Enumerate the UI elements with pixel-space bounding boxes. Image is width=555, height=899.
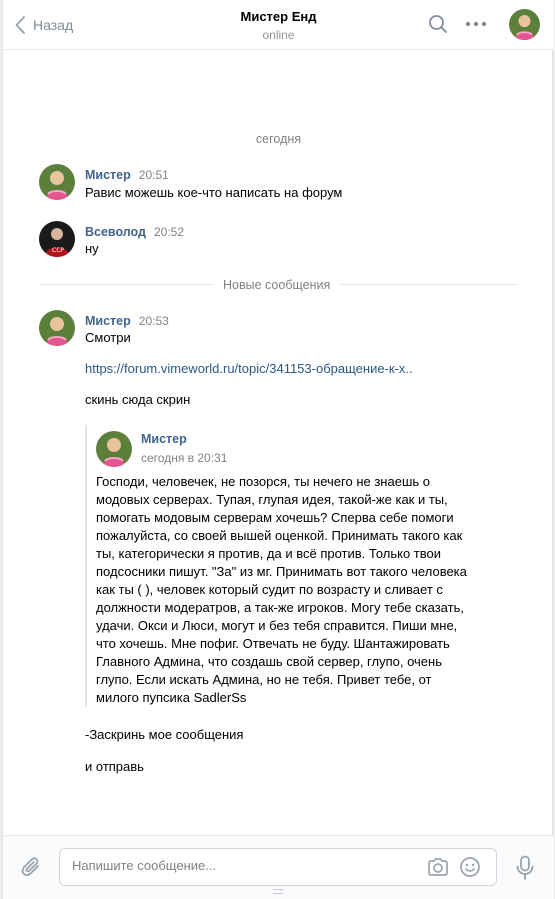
message-text: Равис можешь кое-что написать на форум [85, 185, 343, 200]
more-icon[interactable] [465, 18, 487, 33]
search-icon[interactable] [428, 14, 448, 37]
message-author[interactable]: Мистер [85, 168, 131, 182]
forwarded-date[interactable]: сегодня в 20:31 [141, 451, 227, 465]
date-separator: сегодня [255, 132, 302, 146]
avatar[interactable] [39, 164, 75, 200]
message-input[interactable] [72, 858, 412, 873]
message-text: ну [85, 241, 99, 256]
avatar[interactable]: CCP [39, 221, 75, 257]
message-time[interactable]: 20:53 [139, 314, 169, 328]
microphone-icon[interactable] [515, 855, 535, 884]
forwarded-message: Мистер сегодня в 20:31 Господи, человече… [85, 425, 469, 707]
message-link[interactable]: https://forum.vimeworld.ru/topic/341153-… [85, 361, 413, 376]
chevron-left-icon [15, 16, 25, 34]
message-input-box[interactable] [59, 848, 497, 886]
chat-title-block[interactable]: Мистер Енд online [153, 9, 404, 42]
paperclip-icon[interactable] [21, 855, 43, 882]
forwarded-author[interactable]: Мистер [141, 432, 187, 446]
smile-icon[interactable] [459, 856, 481, 881]
message-text: скинь сюда скрин [85, 392, 191, 407]
message-author[interactable]: Всеволод [85, 225, 146, 239]
forwarded-text: Господи, человечек, не позорся, ты нечег… [96, 474, 467, 705]
avatar[interactable] [96, 431, 132, 467]
message-text: -Заскринь мое сообщения [85, 727, 244, 742]
online-status: online [262, 28, 295, 42]
back-label: Назад [33, 17, 74, 33]
header-avatar[interactable] [509, 9, 540, 40]
message-time[interactable]: 20:51 [139, 168, 169, 182]
message-text: и отправь [85, 759, 144, 774]
back-button[interactable]: Назад [15, 13, 73, 37]
message-author[interactable]: Мистер [85, 314, 131, 328]
avatar[interactable] [39, 310, 75, 346]
resize-handle[interactable] [273, 889, 283, 894]
message-text: Смотри [85, 330, 131, 345]
new-messages-label: Новые сообщения [213, 278, 341, 292]
chat-header: Назад Мистер Енд online [3, 0, 554, 50]
chat-window: Назад Мистер Енд online сегодня Мистер 20… [2, 0, 554, 899]
page-title: Мистер Енд [240, 9, 317, 24]
camera-icon[interactable] [427, 857, 449, 880]
message-time[interactable]: 20:52 [154, 225, 184, 239]
svg-text:CCP: CCP [52, 247, 64, 254]
